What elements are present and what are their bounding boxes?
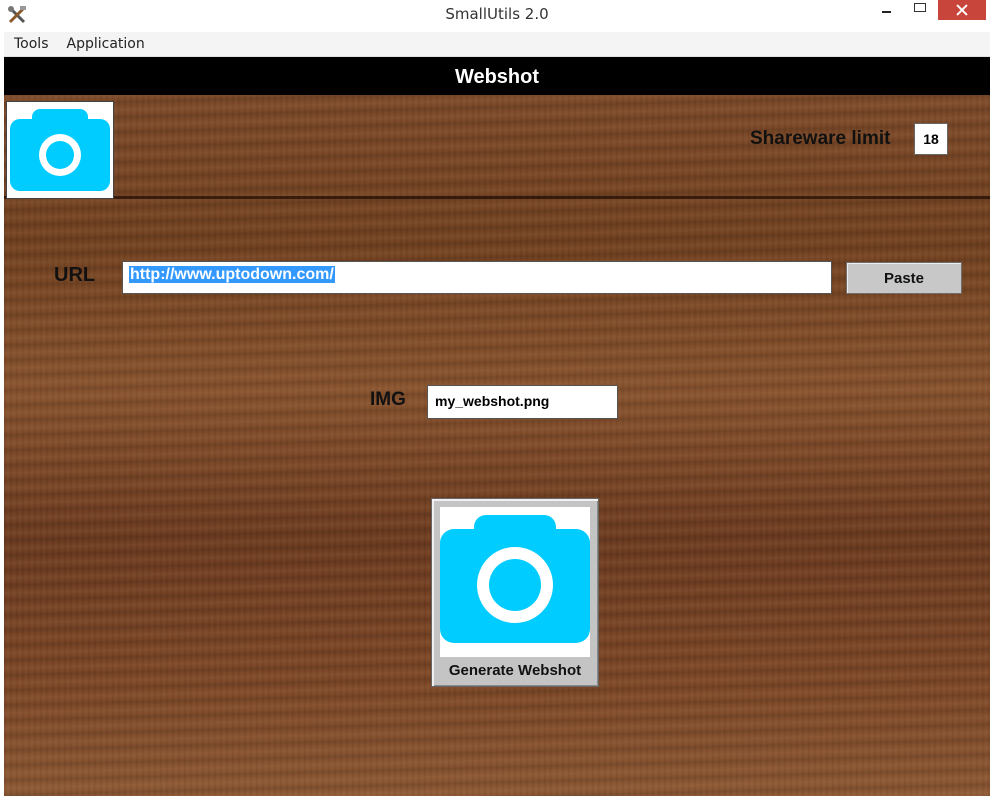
window-title: SmallUtils 2.0	[445, 5, 549, 23]
maximize-button[interactable]	[904, 0, 938, 20]
camera-icon	[440, 515, 590, 643]
app-panel: Webshot Shareware limit 18 URL http://ww…	[4, 57, 990, 796]
wood-divider	[4, 196, 990, 199]
camera-icon	[10, 109, 110, 191]
menu-tools[interactable]: Tools	[6, 36, 57, 52]
generate-icon-frame	[440, 507, 590, 657]
page-title: Webshot	[4, 57, 990, 95]
logo	[6, 101, 114, 199]
title-bar: SmallUtils 2.0	[0, 0, 994, 30]
shareware-limit-count: 18	[914, 123, 948, 155]
generate-webshot-label: Generate Webshot	[448, 662, 582, 679]
url-label: URL	[54, 264, 96, 286]
img-filename-input[interactable]: my_webshot.png	[427, 385, 618, 419]
shareware-limit-label: Shareware limit	[750, 128, 891, 149]
close-button[interactable]	[938, 0, 986, 20]
paste-button[interactable]: Paste	[846, 262, 962, 294]
menu-application[interactable]: Application	[59, 36, 153, 52]
generate-webshot-button[interactable]: Generate Webshot	[431, 498, 599, 687]
url-input[interactable]: http://www.uptodown.com/	[122, 261, 832, 294]
url-value: http://www.uptodown.com/	[129, 266, 335, 283]
minimize-button[interactable]	[868, 0, 904, 20]
menu-bar: Tools Application	[4, 32, 990, 57]
img-label: IMG	[370, 389, 406, 410]
